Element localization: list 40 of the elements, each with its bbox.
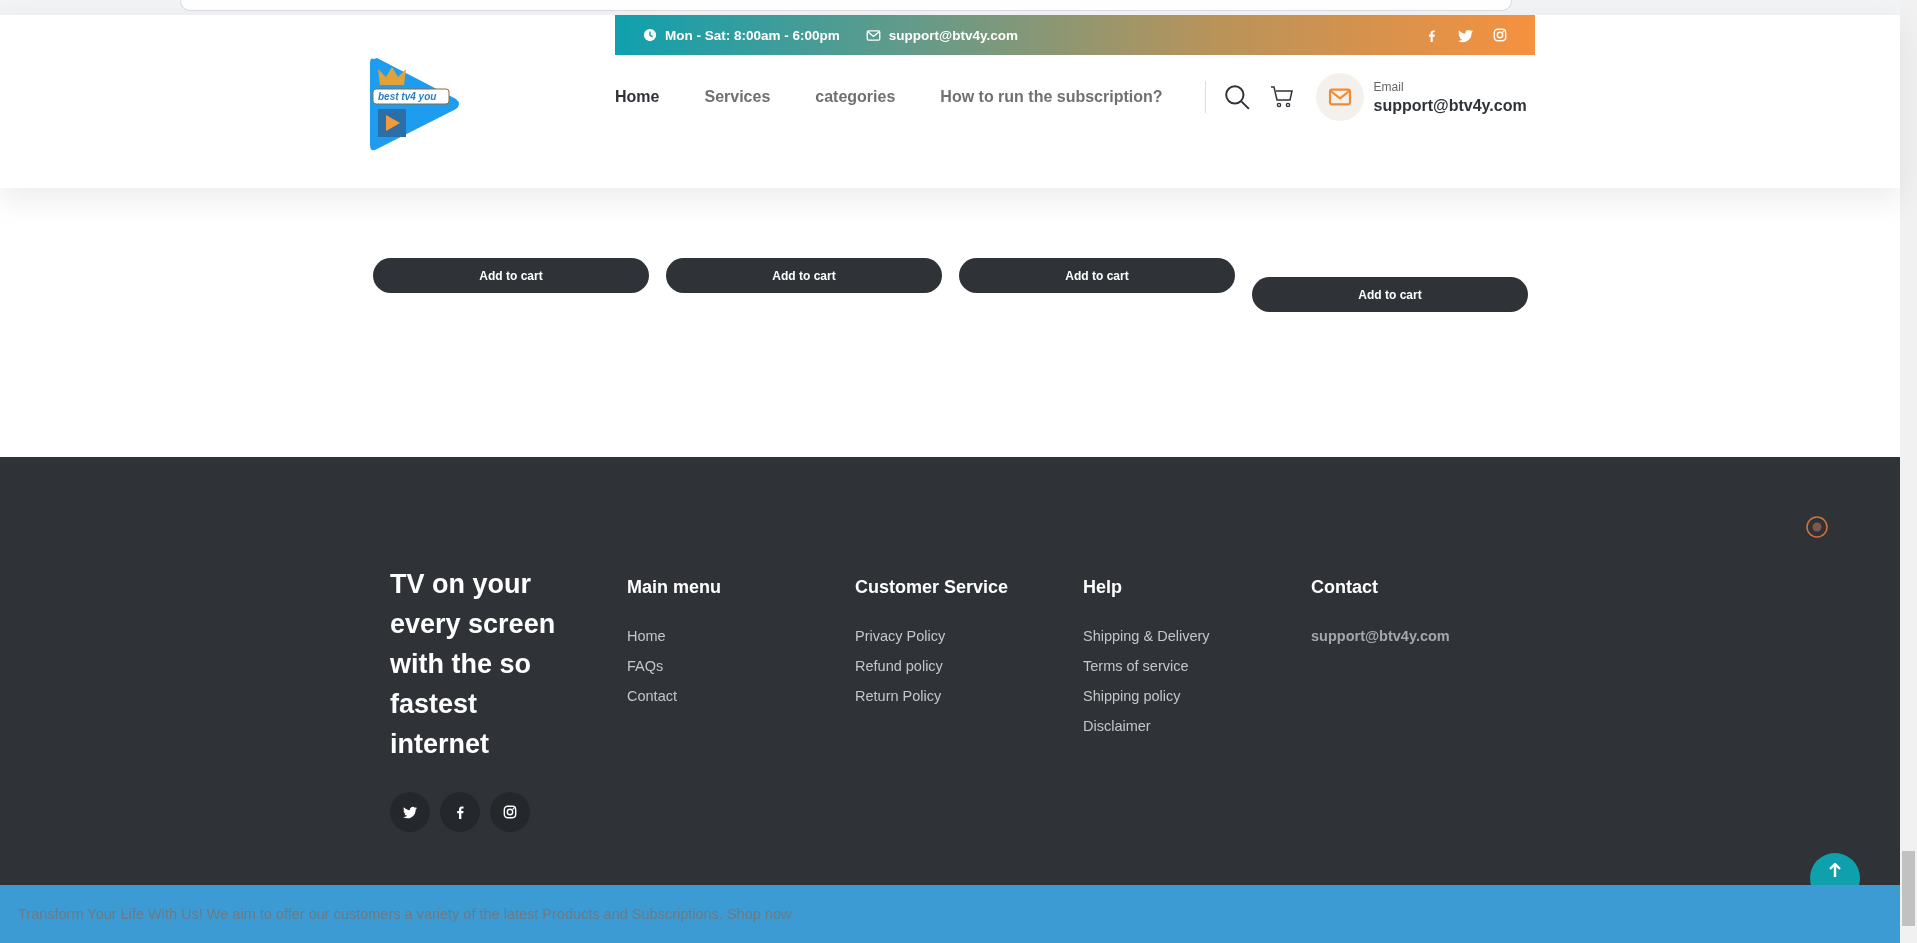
column-heading: Contact [1311,577,1379,598]
footer-link[interactable]: FAQs [627,658,664,674]
arrow-up-icon [1829,863,1841,877]
clock-icon [643,28,657,42]
footer-tagline: TV on your every screen with the so fastest internet [390,568,557,761]
cart-icon[interactable] [1269,85,1294,109]
opening-hours: Mon - Sat: 8:00am - 6:00pm [665,27,840,43]
nav-link[interactable]: Home [615,88,660,106]
facebook-button[interactable] [440,792,480,832]
twitter-icon [403,805,417,819]
footer-link[interactable]: Shipping & Delivery [1083,628,1210,644]
footer-link[interactable]: Privacy Policy [855,628,946,644]
nav-link[interactable]: How to run the subscription? [940,88,1163,106]
column-heading: Main menu [627,577,722,598]
contact-label: Email [1373,79,1405,94]
column-heading: Customer Service [855,577,1010,598]
footer-link[interactable]: Refund policy [855,658,943,674]
footer-link[interactable]: Home [627,628,666,644]
add-to-cart-button[interactable]: Add to cart [373,258,649,293]
nav-link[interactable]: categories [815,88,896,106]
contact-email[interactable]: support@btv4y.com [1373,96,1527,115]
column-heading: Help [1083,577,1123,598]
footer-link[interactable]: Return Policy [855,688,942,704]
nav-link[interactable]: Services [704,88,771,106]
add-to-cart-button[interactable]: Add to cart [1252,277,1528,312]
footer-link[interactable]: Terms of service [1083,658,1189,674]
footer-link[interactable]: Disclaimer [1083,718,1151,734]
scrollbar-thumb[interactable] [1902,851,1915,926]
logo: best tv4 you [370,55,460,153]
footer-link[interactable]: Contact [627,688,677,704]
mail-icon [865,27,881,43]
promo-text: Transform Your Life With Us! We aim to offer our customers a variety of the latest Products and Subscriptions. Shop now [18,906,792,922]
search-icon[interactable] [1223,84,1250,110]
instagram-icon [503,805,517,819]
footer-link[interactable]: Shipping policy [1083,688,1181,704]
footer-link[interactable]: support@btv4y.com [1311,628,1450,644]
instagram-button[interactable] [490,792,530,832]
add-to-cart-button[interactable]: Add to cart [959,258,1235,293]
add-to-cart-button[interactable]: Add to cart [666,258,942,293]
twitter-button[interactable] [390,792,430,832]
